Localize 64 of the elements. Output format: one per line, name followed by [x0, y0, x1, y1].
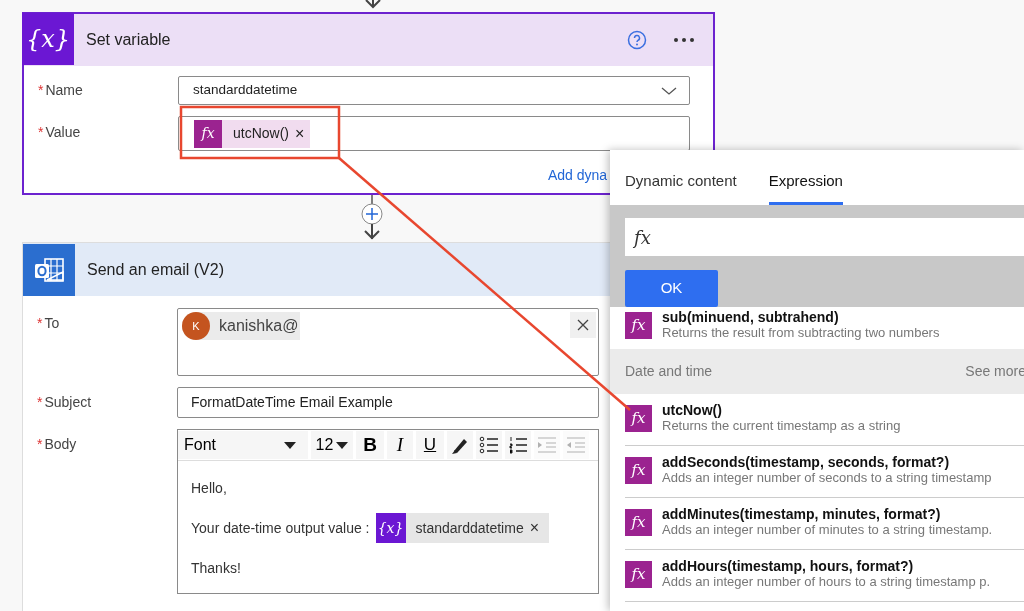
- function-name: addHours(timestamp, hours, format?): [662, 558, 915, 574]
- field-label: *Name: [37, 81, 84, 100]
- font-dropdown[interactable]: Font: [178, 431, 308, 459]
- panel-tab[interactable]: Dynamic content: [625, 170, 737, 205]
- function-item[interactable]: fx addMinutes(timestamp, minutes, format?) Adds an integer number of minutes to a string timestamp.: [625, 498, 1024, 550]
- card-title: Send an email (V2): [87, 259, 225, 280]
- expression-token[interactable]: fx utcNow() ×: [194, 119, 311, 148]
- ok-button[interactable]: OK: [625, 270, 718, 307]
- variable-icon: {x}: [22, 13, 74, 65]
- close-icon: [577, 319, 589, 331]
- chevron-down-icon[interactable]: [661, 86, 677, 95]
- function-icon: fx: [625, 405, 652, 432]
- function-name: addMinutes(timestamp, minutes, format?): [662, 506, 942, 522]
- font-size-dropdown[interactable]: 12: [311, 431, 353, 459]
- variable-token[interactable]: {x} standarddatetime ×: [375, 513, 550, 543]
- more-icon[interactable]: [673, 37, 695, 43]
- field-label: *Body: [36, 435, 78, 454]
- recipient-chip[interactable]: K kanishka@: [182, 312, 301, 340]
- name-dropdown[interactable]: standarddatetime: [178, 76, 690, 105]
- remove-icon[interactable]: ×: [295, 121, 305, 146]
- function-description: Adds an integer number of seconds to a string timestamp: [662, 470, 992, 486]
- function-description: Returns the result from subtracting two numbers: [662, 325, 940, 341]
- italic-button[interactable]: I: [387, 431, 413, 459]
- function-icon: fx: [625, 509, 652, 536]
- field-label: *Value: [37, 123, 82, 142]
- subject-field[interactable]: FormatDateTime Email Example: [177, 387, 599, 418]
- mail-app-icon: [33, 255, 65, 284]
- function-icon: fx: [625, 457, 652, 484]
- expression-input[interactable]: fx: [625, 218, 1024, 256]
- add-dynamic-content-link[interactable]: Add dyna: [548, 167, 608, 183]
- value-field[interactable]: fx utcNow() ×: [178, 116, 690, 151]
- function-icon: fx: [625, 312, 652, 339]
- underline-button[interactable]: U: [416, 431, 444, 459]
- function-item[interactable]: fx sub(minuend, subtrahend) Returns the result from subtracting two numbers: [625, 309, 1024, 341]
- function-name: utcNow(): [662, 402, 723, 418]
- caret-icon: [284, 441, 296, 449]
- avatar: K: [182, 312, 210, 340]
- function-icon: fx: [625, 561, 652, 588]
- clear-button[interactable]: [570, 312, 596, 338]
- add-step-connector[interactable]: [361, 195, 383, 241]
- field-label: *Subject: [36, 393, 93, 412]
- variable-icon: {x}: [375, 513, 406, 543]
- field-label: *To: [36, 314, 61, 333]
- body-text: Hello,: [191, 478, 227, 498]
- function-item[interactable]: fx utcNow() Returns the current timestamp as a string: [625, 394, 1024, 446]
- function-description: Returns the current timestamp as a string: [662, 418, 901, 434]
- function-name: addSeconds(timestamp, seconds, format?): [662, 454, 951, 470]
- function-icon: fx: [194, 119, 222, 148]
- function-icon: fx: [634, 223, 651, 251]
- remove-icon[interactable]: ×: [529, 516, 540, 540]
- function-item[interactable]: fx addHours(timestamp, hours, format?) Adds an integer number of hours to a string timestamp p.: [625, 550, 1024, 602]
- body-text: Thanks!: [191, 558, 241, 578]
- card-title: Set variable: [86, 30, 172, 50]
- function-item[interactable]: fx addSeconds(timestamp, seconds, format?) Adds an integer number of seconds to a string timestamp: [625, 446, 1024, 498]
- recipient-field[interactable]: K kanishka@: [177, 308, 599, 376]
- dropdown-value: standarddatetime: [193, 81, 298, 100]
- caret-icon: [336, 441, 349, 449]
- help-icon[interactable]: [627, 30, 647, 50]
- section-title: Date and time: [625, 362, 713, 381]
- function-description: Adds an integer number of hours to a string timestamp p.: [662, 574, 991, 590]
- function-name: sub(minuend, subtrahend): [662, 309, 840, 325]
- function-description: Adds an integer number of minutes to a string timestamp.: [662, 522, 993, 538]
- bold-button[interactable]: B: [356, 431, 384, 459]
- body-text: Your date-time output value :: [191, 518, 370, 538]
